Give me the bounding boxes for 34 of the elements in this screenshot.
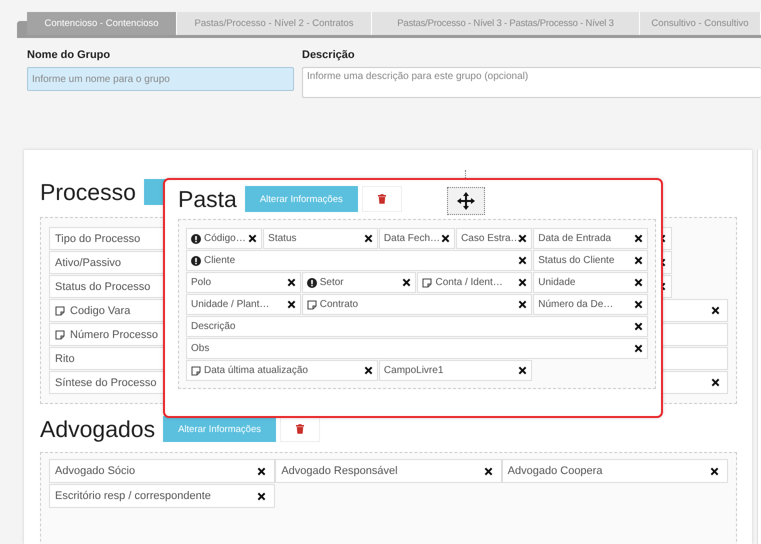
- field-label: Código…: [204, 233, 246, 244]
- field-label: Obs: [191, 343, 210, 354]
- field-label: Codigo Vara: [70, 304, 130, 316]
- field-label: Data última atualização: [204, 365, 308, 376]
- section-title: Processo: [40, 178, 136, 206]
- field-label: Número Processo: [70, 328, 158, 340]
- field-label: Advogado Coopera: [508, 465, 602, 477]
- field-label: Cliente: [204, 255, 236, 266]
- field-label: Nome do Grupo: [27, 49, 112, 62]
- field-label: Descrição: [302, 49, 356, 62]
- field-label: Status do Cliente: [538, 255, 614, 266]
- field-label: Número da De…: [538, 299, 614, 310]
- section-title: Advogados: [40, 416, 156, 442]
- field-label: Advogado Responsável: [281, 465, 398, 477]
- field-label: Status do Processo: [55, 280, 150, 292]
- field-label: Polo: [191, 277, 212, 288]
- field-label: Unidade / Plant…: [191, 299, 270, 310]
- field-label: Síntese do Processo: [55, 376, 157, 388]
- field-label: Data de Entrada: [538, 233, 612, 244]
- field-label: Descrição: [191, 321, 236, 332]
- field-label: Setor: [320, 277, 344, 288]
- field-label: Contrato: [320, 299, 358, 310]
- section-title: Pasta: [178, 186, 237, 212]
- field-label: Rito: [55, 352, 75, 364]
- field-label: Tipo do Processo: [55, 232, 140, 244]
- field-label: Data Fech…: [384, 233, 440, 244]
- field-label: Status: [268, 233, 297, 244]
- field-label: Escritório resp / correspondente: [55, 490, 211, 502]
- field-label: Caso Estra…: [461, 233, 521, 244]
- field-label: Advogado Sócio: [55, 465, 136, 477]
- field-label: Unidade: [538, 277, 576, 288]
- field-label: Conta / Ident…: [435, 277, 503, 288]
- field-label: CampoLivre1: [384, 365, 444, 376]
- field-label: Ativo/Passivo: [55, 256, 122, 268]
